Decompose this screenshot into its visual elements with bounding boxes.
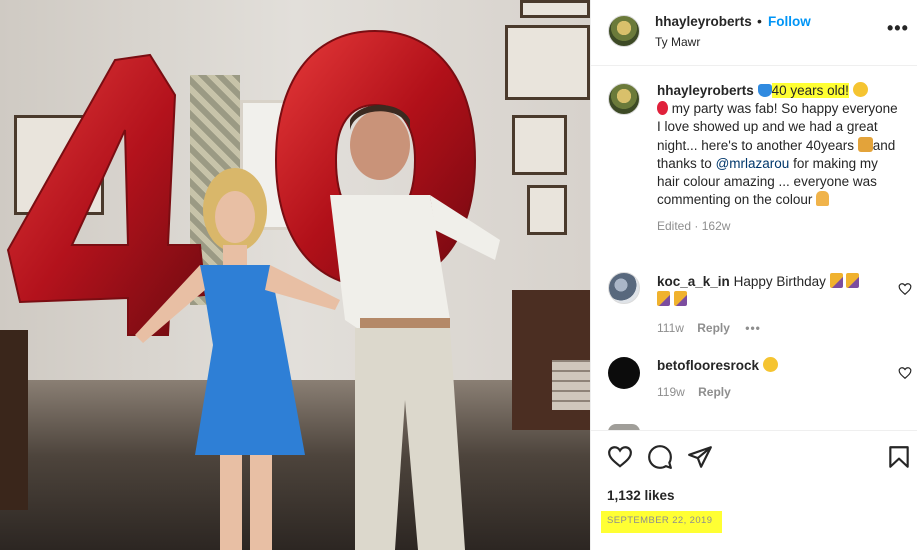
person-man bbox=[330, 105, 500, 550]
comment-more-icon[interactable]: ••• bbox=[745, 321, 761, 335]
caption-highlight: 40 years old! bbox=[771, 83, 849, 98]
bookmark-icon[interactable] bbox=[886, 444, 912, 470]
picture-frame bbox=[505, 25, 590, 100]
party-popper-icon bbox=[673, 291, 687, 306]
balloon-icon bbox=[657, 101, 668, 116]
comment-text: Happy Birthday bbox=[733, 274, 826, 289]
comment-icon[interactable] bbox=[647, 444, 673, 470]
follow-button[interactable]: Follow bbox=[768, 14, 811, 29]
caption-avatar[interactable] bbox=[608, 83, 640, 115]
praying-hands-icon bbox=[816, 191, 830, 207]
caption-mention[interactable]: @mrlazarou bbox=[716, 156, 790, 171]
post-header: hhayleyroberts • Follow Ty Mawr ••• bbox=[591, 0, 917, 66]
caption-meta: Edited · 162w bbox=[657, 217, 902, 235]
comment-meta: 119w Reply bbox=[657, 383, 887, 401]
reply-button[interactable]: Reply bbox=[698, 385, 731, 399]
comment-username[interactable]: koc_a_k_in bbox=[657, 274, 730, 289]
post-sidebar: hhayleyroberts • Follow Ty Mawr ••• hhay… bbox=[590, 0, 917, 550]
comment: koc_a_k_in Happy Birthday 111w Reply ••• bbox=[657, 273, 887, 337]
comment-meta: 111w Reply ••• bbox=[657, 319, 887, 337]
post-location[interactable]: Ty Mawr bbox=[655, 35, 700, 49]
post-username[interactable]: hhayleyroberts bbox=[655, 14, 752, 29]
meta-dot: · bbox=[694, 219, 699, 234]
comment-age[interactable]: 119w bbox=[657, 385, 685, 399]
chair bbox=[0, 330, 28, 510]
grimace-face-icon bbox=[852, 82, 868, 97]
comment: betoflooresrock 119w Reply bbox=[657, 357, 887, 401]
comment-age[interactable]: 111w bbox=[657, 321, 684, 335]
beer-mugs-icon bbox=[857, 136, 873, 152]
separator-dot: • bbox=[757, 13, 762, 29]
blue-heart-icon bbox=[757, 84, 772, 97]
astonished-face-icon bbox=[762, 357, 778, 372]
party-popper-icon bbox=[846, 273, 860, 288]
avatar[interactable] bbox=[608, 15, 640, 47]
comment-username[interactable]: betoflooresrock bbox=[657, 358, 759, 373]
share-icon[interactable] bbox=[687, 444, 713, 470]
post-date[interactable]: SEPTEMBER 22, 2019 bbox=[601, 511, 723, 533]
more-icon[interactable]: ••• bbox=[887, 18, 909, 39]
post-photo[interactable] bbox=[0, 0, 590, 550]
caption-username[interactable]: hhayleyroberts bbox=[657, 83, 754, 98]
likes-count[interactable]: 1,132 likes bbox=[607, 488, 675, 503]
reply-button[interactable]: Reply bbox=[697, 321, 730, 335]
picture-frame bbox=[527, 185, 567, 235]
caption: hhayleyroberts 40 years old! my party wa… bbox=[657, 82, 902, 236]
picture-frame bbox=[520, 0, 590, 18]
comment-like-icon[interactable] bbox=[898, 366, 912, 380]
comment-avatar[interactable] bbox=[608, 272, 640, 304]
party-popper-icon bbox=[657, 291, 670, 306]
comment-avatar[interactable] bbox=[608, 357, 640, 389]
comment-like-icon[interactable] bbox=[898, 282, 912, 296]
heart-icon[interactable] bbox=[607, 444, 633, 470]
party-popper-icon bbox=[829, 273, 843, 288]
edited-label: Edited bbox=[657, 219, 692, 234]
post-actions: 1,132 likes SEPTEMBER 22, 2019 bbox=[591, 430, 917, 550]
caption-age[interactable]: 162w bbox=[702, 219, 731, 233]
